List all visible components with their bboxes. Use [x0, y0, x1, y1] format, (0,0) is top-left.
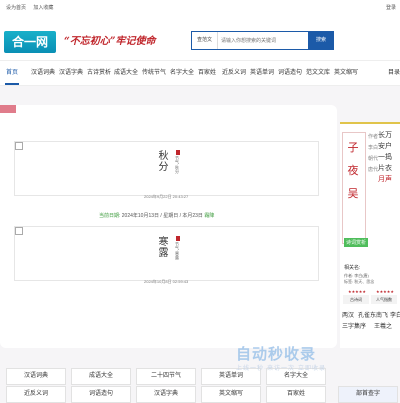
nav-item-essays[interactable]: 范文文库: [306, 61, 330, 85]
solar-term-name: 秋分: [156, 150, 167, 172]
popularity-button[interactable]: 人气指数: [371, 295, 397, 304]
login-link[interactable]: 登录: [386, 0, 396, 16]
solar-term-caption: 节气·秋分: [175, 156, 180, 174]
poem-title-char: 吴: [347, 187, 359, 200]
nav-item-poetry[interactable]: 古诗赏析: [87, 61, 111, 85]
current-date-label: 当前日期:: [99, 213, 121, 219]
poem-tag[interactable]: 诗词赏析: [344, 238, 369, 247]
nav-item-home[interactable]: 首页: [6, 61, 18, 85]
poem-title[interactable]: 子 夜 吴: [343, 136, 363, 205]
nav-item-synonyms[interactable]: 近反义词: [222, 61, 246, 85]
add-favorite-link[interactable]: 加入收藏: [33, 5, 53, 11]
quick-link-characters[interactable]: 汉语字典: [136, 386, 196, 403]
nav-item-surnames[interactable]: 百家姓: [198, 61, 216, 85]
search-button[interactable]: 搜索: [308, 31, 334, 50]
top-links: 设为首页 加入收藏: [6, 0, 59, 16]
nav-item-dictionary[interactable]: 汉语词典: [31, 61, 55, 85]
related-name[interactable]: 王羲之: [374, 321, 392, 330]
nav-item-character-dictionary[interactable]: 汉语字典: [59, 61, 83, 85]
poem-panel: 子 夜 吴 作者 李白 朝代 唐代 长万 安户 一捣 片衣 月声 诗词赏析 相关…: [340, 122, 400, 348]
related-name[interactable]: 李白: [390, 310, 400, 319]
poem-line: 月声: [378, 176, 392, 183]
nav-item-sentences[interactable]: 词语造句: [278, 61, 302, 85]
nav-item-english-words[interactable]: 英语单词: [250, 61, 274, 85]
nav-item-abbreviations[interactable]: 英文缩写: [334, 61, 358, 85]
related-title: 相关名:: [344, 265, 361, 271]
poem-text: 长万 安户 一捣 片衣 月声: [378, 130, 392, 185]
decorative-accent: [0, 105, 16, 113]
search-input[interactable]: [218, 32, 309, 49]
rating-stars: ★★★★★: [348, 289, 366, 294]
solar-term-name: 寒露: [156, 236, 167, 258]
quick-link-synonyms[interactable]: 近反义词: [6, 386, 66, 403]
quick-links: 汉语词典 成语大全 二十四节气 英语单词 名字大全 近反义词 词语造句 汉语字典…: [0, 364, 400, 403]
related-name[interactable]: 三字集序: [342, 321, 366, 330]
solar-term-date: 2024年10月8日 02:59:43: [144, 279, 189, 284]
current-date-text: 2024年10月13日 / 星期日 / 本月23日: [121, 213, 203, 219]
next-term-link[interactable]: 霜降: [204, 213, 214, 219]
solar-term-caption: 节气·寒露: [175, 242, 180, 260]
broken-image-icon: [15, 227, 23, 235]
poem-line: 安户: [378, 143, 392, 150]
search-category-select[interactable]: 查范文: [192, 32, 218, 49]
poem-meta: 作者 李白 朝代 唐代: [368, 132, 378, 176]
quick-link-sentences[interactable]: 词语造句: [71, 386, 131, 403]
rating-stars: ★★★★★: [376, 289, 394, 294]
poem-title-char: 夜: [347, 164, 359, 177]
top-bar: 设为首页 加入收藏 登录: [0, 0, 400, 17]
quick-link-idioms[interactable]: 成语大全: [71, 368, 131, 385]
quick-link-solar-terms[interactable]: 二十四节气: [136, 368, 196, 385]
nav-item-idioms[interactable]: 成语大全: [114, 61, 138, 85]
quick-link-surnames[interactable]: 百家姓: [266, 386, 326, 403]
category-button[interactable]: 古诗词: [343, 295, 369, 304]
watermark: 自动秒收录: [236, 345, 317, 363]
nav-item-menu[interactable]: 目录: [388, 61, 400, 85]
quick-link-abbreviations[interactable]: 英文缩写: [201, 386, 261, 403]
watermark-subtitle: 上线一秒·来访一次·立即收录: [236, 366, 326, 372]
seal-mark: [176, 150, 180, 155]
broken-image-icon: [15, 142, 23, 150]
related-name[interactable]: 孔雀东南飞: [358, 310, 388, 319]
solar-term-date: 2024年9月22日 20:43:27: [144, 194, 189, 199]
quick-link-dictionary[interactable]: 汉语词典: [6, 368, 66, 385]
poem-title-char: 子: [347, 141, 359, 154]
quick-link-radicals[interactable]: 部首查字: [338, 386, 398, 403]
main-nav: 首页 汉语词典 汉语字典 古诗赏析 成语大全 传统节气 名字大全 百家姓 近反义…: [0, 60, 400, 86]
set-homepage-link[interactable]: 设为首页: [6, 5, 26, 11]
current-date: 当前日期: 2024年10月13日 / 星期日 / 本月23日 霜降: [99, 212, 214, 219]
header: 合一网 “不忘初心”牢记使命 查范文 搜索: [0, 16, 400, 60]
seal-mark: [176, 236, 180, 241]
nav-item-names[interactable]: 名字大全: [170, 61, 194, 85]
poem-author[interactable]: 李白: [368, 143, 378, 154]
poem-line: 长万: [378, 132, 392, 139]
poem-dynasty[interactable]: 唐代: [368, 165, 378, 176]
search-box: 查范文 搜索: [191, 31, 334, 50]
poem-line: 片衣: [378, 165, 392, 172]
nav-item-solar-terms[interactable]: 传统节气: [142, 61, 166, 85]
nav-active-indicator: [5, 83, 19, 85]
slogan: “不忘初心”牢记使命: [64, 36, 156, 47]
panel-accent: [340, 122, 400, 124]
poem-line: 一捣: [378, 154, 392, 161]
poem-meta-label: 作者: [368, 134, 379, 140]
related-name[interactable]: 两汉: [342, 310, 354, 319]
site-logo[interactable]: 合一网: [4, 31, 56, 53]
related-info: 标签: 秋天、思念: [344, 279, 375, 284]
poem-meta-label: 朝代: [368, 156, 379, 162]
